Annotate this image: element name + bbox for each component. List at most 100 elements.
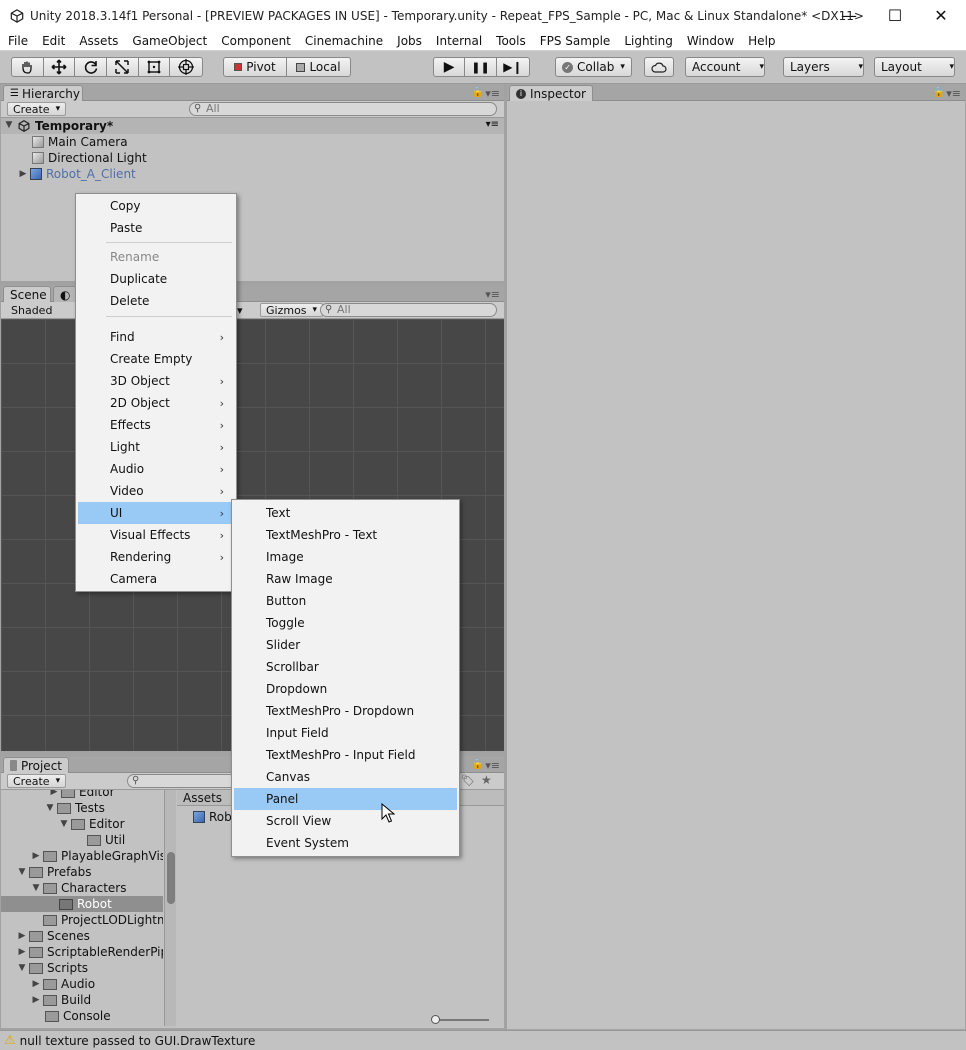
menu-item-3d-object[interactable]: 3D Object › bbox=[78, 370, 234, 392]
menu-window[interactable]: Window bbox=[680, 34, 741, 48]
collab-dropdown[interactable]: ✓ Collab bbox=[555, 57, 632, 77]
folder-row[interactable]: ▼ Scripts bbox=[17, 960, 89, 976]
submenu-item-raw-image[interactable]: Raw Image bbox=[234, 568, 457, 590]
project-create-button[interactable]: Create bbox=[7, 774, 67, 788]
expand-triangle-icon[interactable]: ▼ bbox=[45, 803, 55, 813]
menu-item-ui[interactable]: UI › bbox=[78, 502, 234, 524]
pause-button[interactable]: ❚❚ bbox=[465, 58, 497, 76]
tab-project[interactable]: Project bbox=[3, 757, 69, 773]
collapsed-triangle-icon[interactable]: ▶ bbox=[49, 790, 59, 797]
expand-triangle-icon[interactable]: ▼ bbox=[31, 883, 41, 893]
menu-help[interactable]: Help bbox=[741, 34, 782, 48]
transform-tool-button[interactable] bbox=[170, 58, 202, 76]
expand-triangle-icon[interactable]: ▼ bbox=[4, 120, 14, 130]
menu-item-light[interactable]: Light › bbox=[78, 436, 234, 458]
tree-scrollbar[interactable] bbox=[164, 790, 176, 1026]
minimize-button[interactable]: — bbox=[826, 0, 872, 31]
submenu-item-canvas[interactable]: Canvas bbox=[234, 766, 457, 788]
lock-icon[interactable]: 🔒 bbox=[933, 87, 945, 98]
shaded-dropdown[interactable]: Shaded bbox=[11, 304, 52, 317]
hierarchy-item-directional-light[interactable]: Directional Light bbox=[32, 150, 147, 166]
icon-size-slider[interactable] bbox=[431, 1015, 489, 1024]
hierarchy-item-main-camera[interactable]: Main Camera bbox=[32, 134, 128, 150]
submenu-item-textmeshpro-text[interactable]: TextMeshPro - Text bbox=[234, 524, 457, 546]
panel-menu-icon[interactable]: ▾≡ bbox=[946, 87, 961, 100]
folder-row[interactable]: ▼ Tests bbox=[45, 800, 105, 816]
label-tag-icon[interactable]: 🏷 bbox=[461, 774, 475, 787]
submenu-item-image[interactable]: Image bbox=[234, 546, 457, 568]
menu-item-rendering[interactable]: Rendering › bbox=[78, 546, 234, 568]
folder-row[interactable]: ▶ Scenes bbox=[17, 928, 90, 944]
menu-item-2d-object[interactable]: 2D Object › bbox=[78, 392, 234, 414]
collapsed-triangle-icon[interactable]: ▶ bbox=[17, 931, 27, 941]
tree-scrollbar-thumb[interactable] bbox=[167, 852, 175, 904]
scene-option-dropdown[interactable]: ▾ bbox=[237, 304, 243, 317]
collapsed-triangle-icon[interactable]: ▶ bbox=[17, 947, 27, 957]
account-dropdown[interactable]: Account bbox=[685, 57, 765, 77]
layout-dropdown[interactable]: Layout bbox=[874, 57, 955, 77]
submenu-item-event-system[interactable]: Event System bbox=[234, 832, 457, 854]
asset-item-robot[interactable]: Rob bbox=[193, 809, 232, 825]
folder-row[interactable]: ProjectLODLightmap bbox=[31, 912, 163, 928]
layers-dropdown[interactable]: Layers bbox=[783, 57, 864, 77]
submenu-item-text[interactable]: Text bbox=[234, 502, 457, 524]
menu-item-camera[interactable]: Camera bbox=[78, 568, 234, 590]
submenu-item-toggle[interactable]: Toggle bbox=[234, 612, 457, 634]
expand-triangle-icon[interactable]: ▼ bbox=[59, 819, 69, 829]
folder-row[interactable]: ▶ Build bbox=[31, 992, 92, 1008]
menu-tools[interactable]: Tools bbox=[489, 34, 533, 48]
tab-inspector[interactable]: i Inspector bbox=[509, 85, 593, 101]
folder-row[interactable]: ▶ Audio bbox=[31, 976, 96, 992]
menu-jobs[interactable]: Jobs bbox=[390, 34, 429, 48]
menu-internal[interactable]: Internal bbox=[429, 34, 489, 48]
panel-menu-icon[interactable]: ▾≡ bbox=[485, 759, 500, 772]
local-toggle[interactable]: Local bbox=[287, 58, 350, 76]
submenu-item-input-field[interactable]: Input Field bbox=[234, 722, 457, 744]
maximize-button[interactable]: ☐ bbox=[872, 0, 918, 31]
expand-triangle-icon[interactable]: ▼ bbox=[17, 963, 27, 973]
folder-row[interactable]: Util bbox=[87, 832, 125, 848]
favorite-star-icon[interactable]: ★ bbox=[481, 773, 492, 787]
rect-tool-button[interactable] bbox=[139, 58, 171, 76]
close-button[interactable]: ✕ bbox=[918, 0, 964, 31]
menu-item-video[interactable]: Video › bbox=[78, 480, 234, 502]
folder-row[interactable]: ▶ Editor bbox=[49, 790, 115, 800]
collapsed-triangle-icon[interactable]: ▶ bbox=[31, 851, 41, 861]
menu-file[interactable]: File bbox=[0, 34, 35, 48]
submenu-item-scroll-view[interactable]: Scroll View bbox=[234, 810, 457, 832]
hand-tool-button[interactable] bbox=[12, 58, 44, 76]
submenu-item-panel[interactable]: Panel bbox=[234, 788, 457, 810]
menu-lighting[interactable]: Lighting bbox=[617, 34, 680, 48]
submenu-item-textmeshpro-dropdown[interactable]: TextMeshPro - Dropdown bbox=[234, 700, 457, 722]
play-button[interactable]: ▶ bbox=[434, 58, 466, 76]
lock-icon[interactable]: 🔒 bbox=[472, 87, 484, 98]
status-bar[interactable]: ⚠ null texture passed to GUI.DrawTexture bbox=[0, 1030, 966, 1050]
folder-row[interactable]: ▼ Prefabs bbox=[17, 864, 92, 880]
submenu-item-button[interactable]: Button bbox=[234, 590, 457, 612]
scene-search-input[interactable]: ⚲ All bbox=[320, 303, 497, 317]
step-button[interactable]: ▶❙ bbox=[497, 58, 529, 76]
submenu-item-slider[interactable]: Slider bbox=[234, 634, 457, 656]
menu-gameobject[interactable]: GameObject bbox=[125, 34, 214, 48]
folder-row[interactable]: Console bbox=[45, 1008, 111, 1024]
lock-icon[interactable]: 🔒 bbox=[472, 759, 484, 770]
menu-item-effects[interactable]: Effects › bbox=[78, 414, 234, 436]
menu-item-audio[interactable]: Audio › bbox=[78, 458, 234, 480]
tab-scene[interactable]: Scene bbox=[3, 286, 51, 302]
submenu-item-scrollbar[interactable]: Scrollbar bbox=[234, 656, 457, 678]
folder-row[interactable]: ▼ Characters bbox=[31, 880, 127, 896]
scene-header-row[interactable]: ▼ Temporary* ▾≡ bbox=[1, 118, 504, 134]
collapsed-triangle-icon[interactable]: ▶ bbox=[31, 979, 41, 989]
breadcrumb-assets[interactable]: Assets bbox=[183, 791, 222, 805]
folder-row[interactable]: ▶ PlayableGraphVis bbox=[31, 848, 163, 864]
project-search-input[interactable]: ⚲ bbox=[127, 774, 237, 788]
folder-row[interactable]: ▶ ScriptableRenderPip bbox=[17, 944, 163, 960]
expand-triangle-icon[interactable]: ▼ bbox=[17, 867, 27, 877]
menu-item-duplicate[interactable]: Duplicate bbox=[78, 268, 234, 290]
menu-item-paste[interactable]: Paste bbox=[78, 217, 234, 239]
collapsed-triangle-icon[interactable]: ▶ bbox=[31, 995, 41, 1005]
menu-component[interactable]: Component bbox=[214, 34, 298, 48]
icon-size-slider-thumb[interactable] bbox=[431, 1015, 440, 1024]
menu-item-copy[interactable]: Copy bbox=[78, 195, 234, 217]
menu-item-find[interactable]: Find › bbox=[78, 326, 234, 348]
